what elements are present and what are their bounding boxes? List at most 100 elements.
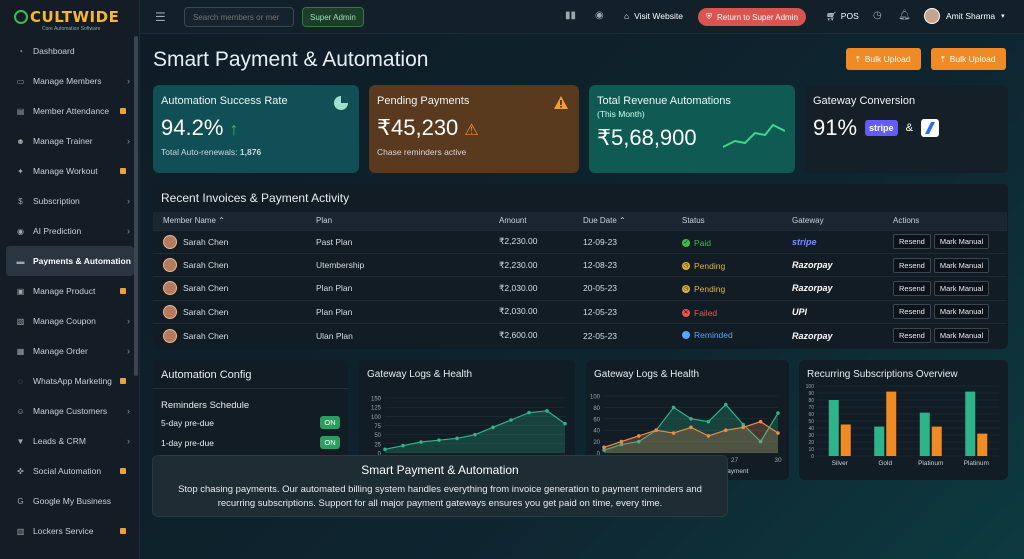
y-tick-label: 40	[593, 429, 600, 435]
cell-amount: ₹2,230.00	[489, 229, 573, 254]
col-gateway: Gateway	[792, 216, 824, 226]
bar	[874, 426, 885, 456]
sidebar-item-social-automation[interactable]: ✜ Social Automation	[6, 456, 134, 486]
page-title: Smart Payment & Automation	[153, 48, 429, 71]
status-icon: ✕	[682, 308, 690, 317]
sidebar-item-member-attendance[interactable]: ▤ Member Attendance	[6, 96, 134, 126]
mark-manual-button[interactable]: Mark Manual	[933, 328, 990, 343]
mark-manual-button[interactable]: Mark Manual	[933, 257, 990, 273]
col-amount: Amount	[499, 216, 527, 226]
data-point	[509, 418, 513, 422]
gym-icon[interactable]: ▮▮	[565, 10, 576, 21]
status-icon: ✓	[682, 238, 690, 247]
funnel-icon: ▼	[16, 436, 25, 446]
sidebar-item-manage-product[interactable]: ▣ Manage Product	[6, 276, 134, 306]
brand-logo[interactable]: CULTWIDE Core Automation Software	[14, 6, 124, 32]
resend-button[interactable]: Resend	[893, 304, 931, 320]
return-super-admin-button[interactable]: ⛨ Return to Super Admin	[698, 8, 806, 26]
sidebar-item-manage-members[interactable]: ▭ Manage Members ›	[6, 66, 134, 96]
sidebar-item-label: Manage Coupon	[33, 316, 96, 326]
bell-icon[interactable]: 🔔︎	[898, 10, 911, 21]
y-tick-label: 10	[808, 447, 814, 453]
card-value: 94.2% ↑	[161, 115, 239, 140]
mark-manual-button[interactable]: Mark Manual	[933, 280, 990, 296]
sidebar-item-whatsapp-marketing[interactable]: ◌ WhatsApp Marketing	[6, 366, 134, 396]
table-row: Sarah Chen Ulan Plan ₹2,600.00 22-05-23 Remi…	[153, 323, 1007, 347]
cell-member: Sarah Chen	[153, 252, 306, 277]
sidebar-item-dashboard[interactable]: ◔ Dashboard	[6, 36, 134, 66]
gateway-logo: UPI	[792, 306, 808, 317]
cell-status: ◷ Pending	[672, 276, 782, 301]
role-badge[interactable]: Super Admin	[302, 7, 364, 27]
resend-button[interactable]: Resend	[893, 234, 931, 250]
clock-icon[interactable]: ◷	[873, 10, 882, 21]
sidebar-item-manage-coupon[interactable]: ▧ Manage Coupon ›	[6, 306, 134, 336]
x-tick-label: 27	[731, 457, 739, 464]
visit-website-link[interactable]: ⌂ Visit Website	[624, 11, 683, 21]
resend-button[interactable]: Resend	[893, 257, 931, 273]
sidebar-item-manage-order[interactable]: ▦ Manage Order ›	[6, 336, 134, 366]
data-point	[383, 447, 387, 452]
menu-icon[interactable]: ☰	[155, 10, 166, 24]
status-icon	[682, 331, 690, 339]
user-menu[interactable]: Amit Sharma ▾	[924, 8, 1005, 24]
toggle-on[interactable]: ON	[320, 436, 340, 449]
gauge-icon: ◔	[18, 46, 23, 56]
sidebar-item-subscription[interactable]: $ Subscription ›	[6, 186, 134, 216]
warning-icon	[554, 96, 568, 109]
toggle-on[interactable]: ON	[320, 416, 340, 429]
data-point	[491, 425, 495, 430]
pos-link[interactable]: 🛒︎ POS	[826, 11, 859, 22]
subscriptions-chart: Recurring Subscriptions Overview 0 10 20 30…	[799, 360, 1008, 480]
share-icon: ✜	[17, 466, 24, 476]
y-tick-label: 20	[593, 440, 600, 446]
search-input[interactable]	[184, 7, 294, 27]
sidebar-item-manage-trainer[interactable]: ☻ Manage Trainer ›	[6, 126, 134, 156]
chevron-right-icon: ›	[127, 196, 130, 206]
y-tick-label: 100	[590, 395, 601, 401]
col-member-name[interactable]: Member Name ⌃	[153, 212, 306, 230]
sidebar-item-ai-prediction[interactable]: ◉ AI Prediction ›	[6, 216, 134, 246]
id-card-icon: ▭	[16, 76, 25, 86]
col-actions: Actions	[893, 216, 920, 226]
sidebar-item-manage-workout[interactable]: ✦ Manage Workout	[6, 156, 134, 186]
y-tick-label: 40	[808, 426, 814, 432]
resend-button[interactable]: Resend	[893, 328, 931, 343]
sidebar-item-leads-crm[interactable]: ▼ Leads & CRM ›	[6, 426, 134, 456]
sidebar-item-label: Subscription	[33, 196, 80, 206]
cell-actions: Resend Mark Manual	[883, 276, 1007, 301]
whatsapp-icon: ◌	[18, 376, 23, 386]
cell-member: Sarah Chen	[153, 299, 306, 324]
sidebar-item-label: WhatsApp Marketing	[33, 376, 112, 386]
col-due-date: Due Date ⌃	[583, 216, 626, 226]
cell-member: Sarah Chen	[153, 229, 306, 254]
bulk-upload-button[interactable]: ⤒ Bulk Upload	[846, 48, 921, 70]
locker-icon: ▥	[16, 526, 25, 536]
x-tick-label: Gold	[878, 460, 892, 467]
cell-status: ✓ Paid	[672, 229, 782, 254]
mark-manual-button[interactable]: Mark Manual	[933, 304, 990, 320]
lock-icon	[120, 288, 126, 294]
invoices-title: Recent Invoices & Payment Activity	[161, 191, 350, 205]
resend-button[interactable]: Resend	[893, 280, 931, 296]
data-point	[419, 440, 423, 444]
data-point	[724, 428, 728, 432]
sidebar-item-lockers-service[interactable]: ▥ Lockers Service	[6, 516, 134, 546]
eye-icon[interactable]: ◉	[595, 10, 604, 21]
bulk-upload-button-2[interactable]: ⤒ Bulk Upload	[931, 48, 1006, 70]
cell-actions: Resend Mark Manual	[883, 229, 1007, 254]
chevron-right-icon: ›	[127, 136, 130, 146]
sidebar-item-payments-automation[interactable]: ▬ Payments & Automation	[6, 246, 134, 276]
sidebar-item-manage-customers[interactable]: ☺ Manage Customers ›	[6, 396, 134, 426]
data-point	[741, 425, 745, 430]
y-tick-label: 90	[808, 391, 814, 397]
mark-manual-button[interactable]: Mark Manual	[933, 234, 990, 250]
sidebar-item-google-my-business[interactable]: G Google My Business	[6, 486, 134, 516]
table-row: Sarah Chen Plan Plan ₹2,030.00 12-05-23 ✕ Fai…	[153, 299, 1007, 324]
avatar	[163, 304, 177, 319]
sidebar-scrollbar[interactable]	[134, 36, 138, 376]
cell-due: 20-05-23	[573, 276, 672, 301]
lock-icon	[120, 468, 126, 474]
sidebar-item-label: Manage Order	[33, 346, 88, 356]
gateway-logo: Razorpay	[792, 283, 833, 294]
